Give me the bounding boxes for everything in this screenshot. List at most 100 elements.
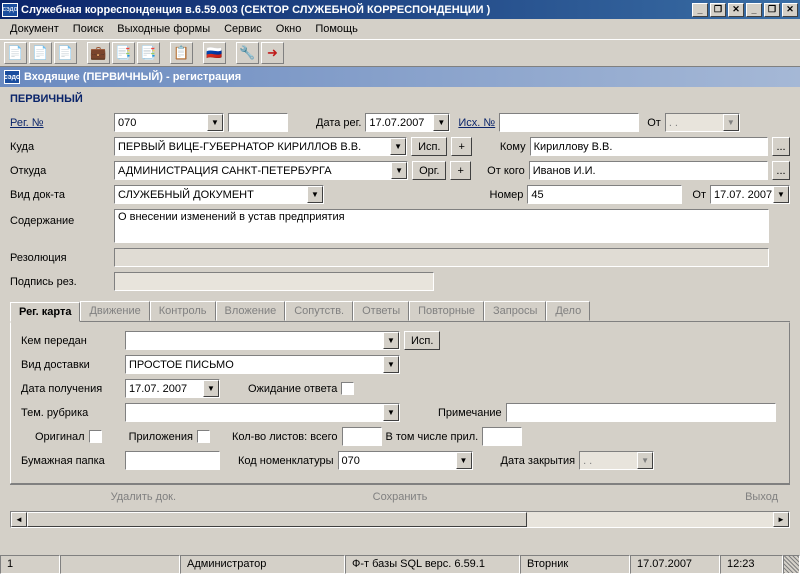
input-v-tom-chisle[interactable] [482, 427, 522, 446]
tab-zaprosy[interactable]: Запросы [484, 301, 546, 321]
toolbar-btn-4[interactable]: 💼 [87, 42, 110, 64]
dropdown-arrow-icon[interactable]: ▼ [383, 332, 399, 349]
toolbar-btn-3[interactable]: 📄 [54, 42, 77, 64]
combo-tem-rubrika[interactable]: ▼ [125, 403, 400, 422]
combo-kuda[interactable]: ПЕРВЫЙ ВИЦЕ-ГУБЕРНАТОР КИРИЛЛОВ В.В.▼ [114, 137, 407, 156]
label-date-reg: Дата рег. [316, 117, 361, 129]
close-button[interactable]: ✕ [728, 3, 744, 17]
dropdown-arrow-icon[interactable]: ▼ [637, 452, 653, 469]
minimize-button[interactable]: _ [692, 3, 708, 17]
combo-data-zakr[interactable]: . .▼ [579, 451, 654, 470]
scroll-right-icon[interactable]: ► [773, 512, 789, 527]
checkbox-original[interactable] [89, 430, 102, 443]
input-komu[interactable] [530, 137, 768, 156]
label-isx-no[interactable]: Исх. № [458, 117, 495, 129]
dropdown-arrow-icon[interactable]: ▼ [383, 404, 399, 421]
tab-soputstv[interactable]: Сопутств. [285, 301, 353, 321]
child-close-button[interactable]: ✕ [782, 3, 798, 17]
tab-otvety[interactable]: Ответы [353, 301, 409, 321]
dropdown-arrow-icon[interactable]: ▼ [723, 114, 739, 131]
scroll-thumb[interactable] [27, 512, 527, 527]
dropdown-arrow-icon[interactable]: ▼ [307, 186, 323, 203]
label-podpis: Подпись рез. [10, 276, 110, 288]
input-nomer[interactable] [527, 185, 682, 204]
dropdown-arrow-icon[interactable]: ▼ [456, 452, 472, 469]
checkbox-prilozheniya[interactable] [197, 430, 210, 443]
horizontal-scrollbar[interactable]: ◄ ► [10, 511, 790, 528]
label-reg-no[interactable]: Рег. № [10, 117, 110, 129]
input-reg-no-extra[interactable] [228, 113, 288, 132]
input-ot-kogo[interactable] [529, 161, 768, 180]
tab-reg-karta[interactable]: Рег. карта [10, 302, 80, 322]
button-isp-2[interactable]: Исп. [404, 331, 440, 350]
toolbar-btn-5[interactable]: 📑 [112, 42, 135, 64]
menu-output-forms[interactable]: Выходные формы [111, 21, 216, 37]
input-primechanie[interactable] [506, 403, 776, 422]
titlebar: сэдо Служебная корреспонденция в.6.59.00… [0, 0, 800, 19]
button-save[interactable]: Сохранить [277, 489, 524, 505]
input-kolvo-listov[interactable] [342, 427, 382, 446]
menu-document[interactable]: Документ [4, 21, 65, 37]
toolbar-btn-7[interactable]: 📋 [170, 42, 193, 64]
toolbar-btn-2[interactable]: 📄 [29, 42, 52, 64]
restore-button[interactable]: ❐ [710, 3, 726, 17]
dropdown-arrow-icon[interactable]: ▼ [383, 356, 399, 373]
menu-help[interactable]: Помощь [309, 21, 364, 37]
dropdown-arrow-icon[interactable]: ▼ [433, 114, 449, 131]
textarea-soderzh[interactable]: О внесении изменений в устав предприятия [114, 209, 769, 243]
tab-delo[interactable]: Дело [546, 301, 590, 321]
child-minimize-button[interactable]: _ [746, 3, 762, 17]
button-exit[interactable]: Выход [533, 489, 780, 505]
scroll-left-icon[interactable]: ◄ [11, 512, 27, 527]
checkbox-ozhidanie[interactable] [341, 382, 354, 395]
combo-kem-peredan[interactable]: ▼ [125, 331, 400, 350]
combo-reg-no[interactable]: 070▼ [114, 113, 224, 132]
button-delete[interactable]: Удалить док. [20, 489, 267, 505]
menu-service[interactable]: Сервис [218, 21, 268, 37]
label-ozhidanie: Ожидание ответа [248, 383, 337, 395]
combo-data-polucheniya[interactable]: 17.07. 2007▼ [125, 379, 220, 398]
label-kuda: Куда [10, 141, 110, 153]
resize-grip[interactable] [783, 555, 800, 574]
toolbar-btn-exit[interactable]: ➜ [261, 42, 284, 64]
toolbar-btn-6[interactable]: 📑 [137, 42, 160, 64]
menu-window[interactable]: Окно [270, 21, 308, 37]
menu-search[interactable]: Поиск [67, 21, 109, 37]
dropdown-arrow-icon[interactable]: ▼ [207, 114, 223, 131]
combo-vid-dok[interactable]: СЛУЖЕБНЫЙ ДОКУМЕНТ▼ [114, 185, 324, 204]
dropdown-arrow-icon[interactable]: ▼ [391, 162, 407, 179]
button-isp[interactable]: Исп. [411, 137, 447, 156]
input-isx-no[interactable] [499, 113, 639, 132]
dropdown-arrow-icon[interactable]: ▼ [773, 186, 789, 203]
app-icon: сэдо [2, 3, 18, 17]
tab-dvizhenie[interactable]: Движение [80, 301, 149, 321]
status-user: Администратор [180, 555, 345, 574]
button-plus-1[interactable]: + [451, 137, 471, 156]
input-bumazh-papka[interactable] [125, 451, 220, 470]
combo-vid-dostavki[interactable]: ПРОСТОЕ ПИСЬМО▼ [125, 355, 400, 374]
toolbar-btn-flag[interactable]: 🇷🇺 [203, 42, 226, 64]
button-plus-2[interactable]: + [450, 161, 470, 180]
tab-kontrol[interactable]: Контроль [150, 301, 216, 321]
tab-vlozhenie[interactable]: Вложение [216, 301, 286, 321]
dropdown-arrow-icon[interactable]: ▼ [390, 138, 406, 155]
combo-date-reg[interactable]: 17.07.2007▼ [365, 113, 450, 132]
combo-kod-nomen[interactable]: 070▼ [338, 451, 473, 470]
label-rezol: Резолюция [10, 252, 110, 264]
toolbar-btn-tool[interactable]: 🔧 [236, 42, 259, 64]
subtitle-bar: сэдо Входящие (ПЕРВИЧНЫЙ) - регистрация [0, 67, 800, 87]
child-restore-button[interactable]: ❐ [764, 3, 780, 17]
tab-povtornye[interactable]: Повторные [409, 301, 484, 321]
toolbar-btn-1[interactable]: 📄 [4, 42, 27, 64]
combo-ot-2[interactable]: 17.07. 2007▼ [710, 185, 790, 204]
tab-content: Кем передан ▼ Исп. Вид доставки ПРОСТОЕ … [10, 322, 790, 484]
form-area: ПЕРВИЧНЫЙ Рег. № 070▼ Дата рег. 17.07.20… [0, 87, 800, 534]
button-otkogo-ellipsis[interactable]: ... [772, 161, 790, 180]
label-ot-1: От [647, 117, 661, 129]
section-title: ПЕРВИЧНЫЙ [10, 93, 790, 105]
button-komu-ellipsis[interactable]: ... [772, 137, 790, 156]
combo-ot-1[interactable]: . .▼ [665, 113, 740, 132]
button-org[interactable]: Орг. [412, 161, 446, 180]
combo-otkuda[interactable]: АДМИНИСТРАЦИЯ САНКТ-ПЕТЕРБУРГА▼ [114, 161, 408, 180]
dropdown-arrow-icon[interactable]: ▼ [203, 380, 219, 397]
